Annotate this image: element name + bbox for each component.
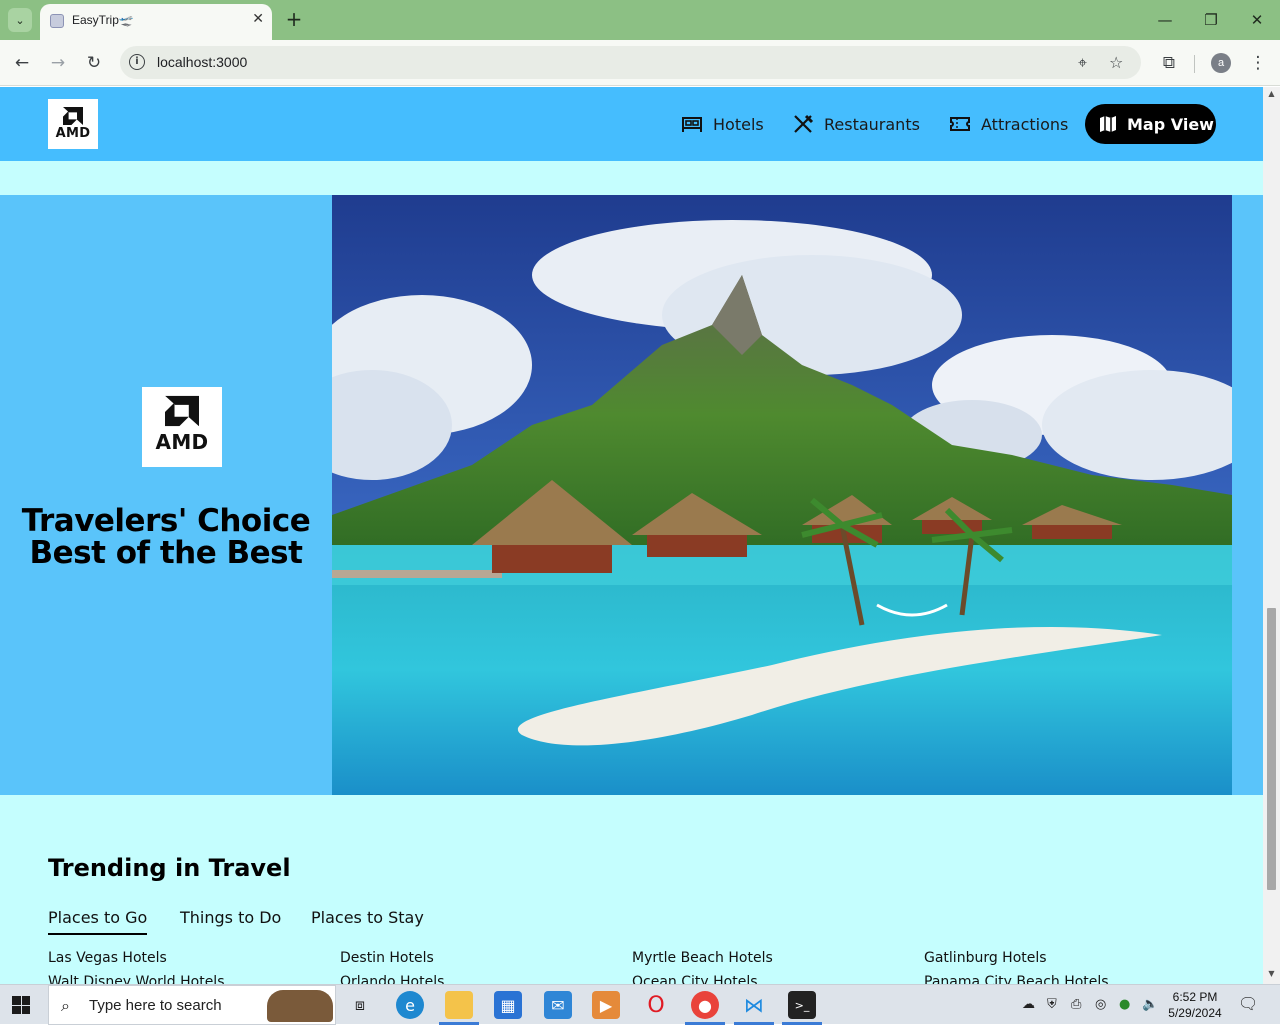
- task-view-icon[interactable]: ⧈: [346, 991, 374, 1019]
- opera-icon[interactable]: O: [642, 991, 670, 1019]
- status-icon[interactable]: ●: [1119, 997, 1130, 1012]
- map-view-button[interactable]: Map View: [1085, 104, 1216, 144]
- nav-attractions[interactable]: Attractions: [949, 112, 1068, 136]
- terminal-icon[interactable]: >_: [788, 991, 816, 1019]
- address-bar[interactable]: i localhost:3000 ⌖ ☆: [120, 46, 1141, 79]
- trending-link[interactable]: Panama City Beach Hotels: [924, 974, 1109, 984]
- page-scrollbar[interactable]: ▲ ▼: [1263, 87, 1280, 984]
- hero-image: [332, 195, 1232, 795]
- site-logo[interactable]: AMD: [48, 99, 98, 149]
- tab-places-to-stay[interactable]: Places to Stay: [311, 908, 424, 927]
- toolbar-divider: [1194, 55, 1195, 73]
- trending-link[interactable]: Gatlinburg Hotels: [924, 950, 1047, 966]
- scroll-up-icon[interactable]: ▲: [1267, 89, 1276, 98]
- notification-icon[interactable]: 🗨: [1238, 994, 1258, 1013]
- chrome-icon[interactable]: ●: [691, 991, 719, 1019]
- search-placeholder: Type here to search: [89, 997, 222, 1014]
- browser-titlebar: ⌄ EasyTrip🛫 ✕ + — ❐ ✕: [0, 0, 1280, 40]
- utensils-icon: [794, 114, 814, 133]
- amd-logo-icon: [63, 107, 83, 125]
- tab-list-button[interactable]: ⌄: [8, 8, 32, 32]
- hero-logo: AMD: [142, 387, 222, 467]
- windows-taskbar: ⌕ Type here to search ⧈ e ▦ ✉ ▶ O ● ⋈ >_…: [0, 984, 1280, 1025]
- file-explorer-icon[interactable]: [445, 991, 473, 1019]
- tab-things-to-do[interactable]: Things to Do: [180, 908, 281, 927]
- reload-icon[interactable]: ↻: [83, 52, 105, 74]
- page-viewport: AMD Hotels Restaurants Attractions Map V…: [0, 87, 1263, 984]
- windows-start-icon[interactable]: [12, 996, 30, 1014]
- hero-title: Travelers' Choice Best of the Best: [21, 503, 311, 571]
- bed-icon: [682, 117, 702, 132]
- logo-text: AMD: [55, 126, 91, 141]
- profile-avatar[interactable]: a: [1211, 53, 1231, 73]
- nav-restaurants-label: Restaurants: [824, 114, 920, 134]
- clock-date: 5/29/2024: [1168, 1006, 1222, 1020]
- extensions-icon[interactable]: ⧉: [1158, 52, 1180, 74]
- forward-icon[interactable]: →: [47, 52, 69, 74]
- minimize-button[interactable]: —: [1155, 8, 1175, 32]
- nav-attractions-label: Attractions: [981, 114, 1069, 134]
- vscode-icon[interactable]: ⋈: [740, 991, 768, 1019]
- hero-info: AMD Travelers' Choice Best of the Best: [0, 195, 332, 795]
- trending-link[interactable]: Ocean City Hotels: [632, 974, 758, 984]
- nav-hotels-label: Hotels: [713, 114, 764, 134]
- amd-logo-icon: [165, 396, 199, 427]
- trending-link[interactable]: Orlando Hotels: [340, 974, 444, 984]
- back-icon[interactable]: ←: [11, 52, 33, 74]
- ticket-icon: [950, 117, 970, 131]
- system-clock[interactable]: 6:52 PM 5/29/2024: [1160, 989, 1230, 1021]
- site-info-icon[interactable]: i: [129, 54, 145, 70]
- trending-link[interactable]: Las Vegas Hotels: [48, 950, 167, 966]
- trending-title: Trending in Travel: [48, 854, 291, 882]
- nav-restaurants[interactable]: Restaurants: [792, 112, 920, 136]
- site-header: AMD Hotels Restaurants Attractions Map V…: [0, 87, 1263, 161]
- trending-link[interactable]: Walt Disney World Hotels: [48, 974, 225, 984]
- island-illustration: [332, 195, 1232, 795]
- onedrive-icon[interactable]: ☁: [1022, 997, 1035, 1012]
- favicon-icon: [50, 14, 64, 28]
- otter-illustration: [267, 990, 333, 1022]
- scroll-thumb[interactable]: [1267, 608, 1276, 890]
- browser-toolbar: ← → ↻ i localhost:3000 ⌖ ☆ ⧉ a ⋮: [0, 40, 1280, 86]
- menu-kebab-icon[interactable]: ⋮: [1247, 52, 1269, 74]
- device-icon[interactable]: ⎙: [1071, 997, 1081, 1012]
- browser-tab[interactable]: EasyTrip🛫 ✕: [40, 4, 272, 40]
- bookmark-star-icon[interactable]: ☆: [1109, 53, 1123, 72]
- location-icon[interactable]: ⌖: [1078, 53, 1087, 73]
- hero-section: AMD Travelers' Choice Best of the Best: [0, 195, 1263, 795]
- tab-title: EasyTrip🛫: [72, 13, 134, 27]
- map-icon: [1100, 116, 1116, 132]
- restore-button[interactable]: ❐: [1201, 8, 1221, 32]
- store-icon[interactable]: ▦: [494, 991, 522, 1019]
- map-view-label: Map View: [1127, 114, 1214, 134]
- trending-link[interactable]: Destin Hotels: [340, 950, 434, 966]
- url-text[interactable]: localhost:3000: [157, 54, 247, 70]
- scroll-down-icon[interactable]: ▼: [1267, 969, 1276, 978]
- clock-time: 6:52 PM: [1172, 990, 1218, 1004]
- hero-logo-text: AMD: [155, 430, 209, 454]
- close-window-button[interactable]: ✕: [1247, 8, 1267, 32]
- new-tab-button[interactable]: +: [284, 8, 304, 32]
- taskbar-search[interactable]: ⌕ Type here to search: [48, 985, 336, 1025]
- security-icon[interactable]: ⛨: [1047, 997, 1057, 1012]
- search-icon: ⌕: [61, 996, 70, 1015]
- mail-icon[interactable]: ✉: [544, 991, 572, 1019]
- volume-icon[interactable]: 🔈: [1142, 997, 1158, 1012]
- nav-hotels[interactable]: Hotels: [681, 112, 764, 136]
- edge-icon[interactable]: e: [396, 991, 424, 1019]
- network-icon[interactable]: ◎: [1095, 997, 1106, 1012]
- media-player-icon[interactable]: ▶: [592, 991, 620, 1019]
- trending-link[interactable]: Myrtle Beach Hotels: [632, 950, 773, 966]
- tab-close-icon[interactable]: ✕: [252, 11, 264, 27]
- tab-places-to-go[interactable]: Places to Go: [48, 908, 148, 935]
